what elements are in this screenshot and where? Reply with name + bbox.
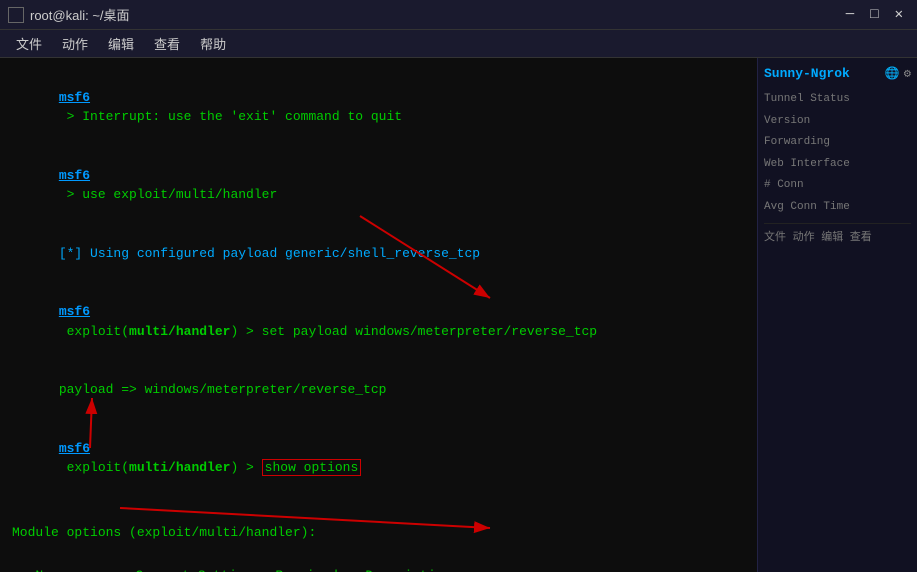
sidebar-title: Sunny-Ngrok 🌐 ⚙ (764, 66, 911, 81)
terminal-line-4: msf6 exploit(multi/handler) > set payloa… (12, 283, 745, 361)
sidebar-row-tunnel: Tunnel Status (764, 89, 911, 111)
window-icon (8, 7, 24, 23)
sidebar-row-conn: # Conn (764, 175, 911, 197)
menubar: 文件 动作 编辑 查看 帮助 (0, 30, 917, 58)
terminal-line-3: [*] Using configured payload generic/she… (12, 224, 745, 283)
sidebar-row-web: Web Interface (764, 154, 911, 176)
sidebar-menu-items: 文件 动作 编辑 查看 (764, 228, 911, 250)
sidebar: Sunny-Ngrok 🌐 ⚙ Tunnel Status Version Fo… (757, 58, 917, 572)
titlebar: root@kali: ~/桌面 ─ □ ✕ (0, 0, 917, 30)
minimize-button[interactable]: ─ (840, 5, 860, 25)
show-options-highlight: show options (262, 459, 362, 476)
sidebar-second-bar: 文件 动作 编辑 查看 (764, 223, 911, 250)
close-button[interactable]: ✕ (889, 5, 909, 25)
terminal-blank-2 (12, 546, 745, 566)
maximize-button[interactable]: □ (864, 5, 884, 25)
module-options-header: Module options (exploit/multi/handler): (12, 523, 745, 543)
sidebar-row-version: Version (764, 111, 911, 133)
window-title: root@kali: ~/桌面 (30, 5, 130, 24)
msf-prompt-2: msf6 (59, 168, 90, 183)
terminal[interactable]: msf6 > Interrupt: use the 'exit' command… (0, 58, 757, 572)
sidebar-gear-icon: ⚙ (904, 66, 911, 81)
sidebar-row-avgconn: Avg Conn Time (764, 197, 911, 219)
menu-file[interactable]: 文件 (8, 31, 50, 56)
titlebar-controls[interactable]: ─ □ ✕ (840, 5, 909, 25)
table1-header: NameCurrent SettingRequiredDescription (12, 566, 745, 572)
sidebar-row-forwarding: Forwarding (764, 132, 911, 154)
menu-edit[interactable]: 编辑 (100, 31, 142, 56)
menu-view[interactable]: 查看 (146, 31, 188, 56)
msf-prompt-4: msf6 (59, 304, 90, 319)
msf-prompt-1: msf6 (59, 90, 90, 105)
menu-action[interactable]: 动作 (54, 31, 96, 56)
terminal-line-1: msf6 > Interrupt: use the 'exit' command… (12, 68, 745, 146)
msf-prompt-6: msf6 (59, 441, 90, 456)
terminal-line-2: msf6 > use exploit/multi/handler (12, 146, 745, 224)
titlebar-left: root@kali: ~/桌面 (8, 5, 130, 24)
menu-help[interactable]: 帮助 (192, 31, 234, 56)
main-area: msf6 > Interrupt: use the 'exit' command… (0, 58, 917, 572)
sidebar-icons: 🌐 ⚙ (885, 66, 911, 81)
sidebar-globe-icon: 🌐 (885, 66, 900, 81)
terminal-line-6: msf6 exploit(multi/handler) > show optio… (12, 419, 745, 497)
terminal-line-5: payload => windows/meterpreter/reverse_t… (12, 361, 745, 420)
terminal-blank-1 (12, 497, 745, 517)
